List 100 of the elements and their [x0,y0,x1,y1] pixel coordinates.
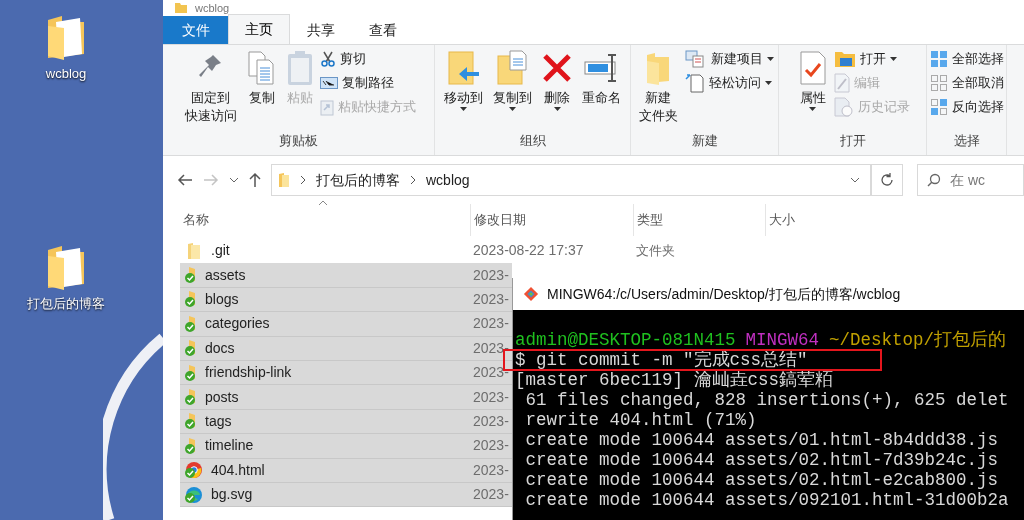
ribbon-tab[interactable]: 查看 [352,16,414,44]
date-cell-text: 2023- [472,338,510,358]
edge-file-icon [184,485,202,504]
button-label-line: 快速访问 [184,107,237,125]
folder-check-icon [184,290,196,309]
browser-file-icon [184,461,202,480]
ribbon-button[interactable]: 属性 [795,49,830,111]
shortcut-icon [319,98,334,116]
button-label-line: 固定到 [191,89,230,107]
folder-icon [175,3,187,13]
clipboard-icon [286,49,313,87]
breadcrumb-item[interactable]: 打包后的博客 [316,169,400,191]
caret-icon [766,57,774,61]
file-row[interactable]: tags 2023- [180,409,512,435]
file-row[interactable]: docs 2023- [180,336,512,361]
folder-check-icon [184,412,196,431]
refresh-button[interactable] [871,164,903,196]
path-icon [319,76,338,90]
ribbon-group-label: 剪贴板 [278,132,319,150]
scissors-icon [319,51,336,67]
file-row[interactable]: friendship-link 2023- [180,360,512,386]
ribbon-group-label: 新建 [690,132,719,150]
file-name: bg.svg [211,485,253,505]
ribbon-button[interactable]: 剪切 [319,49,416,69]
column-header[interactable]: 类型 [633,204,765,236]
history-icon [833,97,854,117]
column-header[interactable]: 名称 [180,204,470,236]
search-field[interactable]: 在 wc [917,164,1024,196]
caret-icon [889,57,897,61]
file-row[interactable]: blogs 2023- [180,287,512,313]
ribbon-tab[interactable]: 共享 [290,16,352,44]
back-arrow-icon[interactable] [177,174,193,186]
date-cell-text: 2023- [472,289,510,309]
ribbon-button[interactable]: 反向选择 [929,97,1004,117]
ribbon-button[interactable]: 删除 [539,49,575,111]
prompt-text: ~/Desktop/打包后的 [829,330,1007,350]
search-icon [927,173,941,187]
ribbon-group-label: 组织 [518,132,547,150]
ribbon-button[interactable]: 固定到 快速访问 [181,49,240,125]
folder-check-icon [184,436,196,455]
button-label-line: 复制 [248,89,275,107]
address-bar[interactable]: 打包后的博客 wcblog [271,164,871,196]
window-title: wcblog [195,2,230,14]
folder-icon [278,172,290,188]
output-line: 61 files changed, 828 insertions(+), 625 delet [524,390,1009,410]
file-row[interactable]: categories 2023- [180,312,512,337]
ribbon-group-label: 打开 [838,132,867,150]
ribbon-tab[interactable]: 主页 [228,14,290,44]
ribbon-button[interactable]: 新建 文件夹 [635,49,681,125]
ribbon-button[interactable]: 新建项目 [684,49,774,69]
terminal-title: MINGW64:/c/Users/admin/Desktop/打包后的博客/wcblog [547,284,901,304]
new-item-icon [684,50,707,68]
button-label-line: 属性 [799,89,826,107]
refresh-icon [880,173,894,187]
file-row[interactable]: posts 2023- [180,385,512,410]
output-line: rewrite 404.html (71%) [524,410,757,430]
ribbon-button[interactable]: 复制 [243,49,280,107]
desktop-icon-label[interactable]: wcblog [45,64,87,84]
date-cell-text: 2023- [472,387,510,407]
ribbon-button[interactable]: 全部选择 [929,49,1004,69]
file-row[interactable]: assets 2023- [180,263,512,288]
ribbon-button[interactable]: 复制路径 [319,73,416,93]
file-row[interactable]: timeline 2023- [180,434,512,459]
folder-documents-icon [495,49,530,87]
column-header[interactable]: 修改日期 [470,204,633,236]
file-name: tags [205,411,232,431]
button-label-line: 复制到 [493,89,532,107]
sort-ascending-icon [318,200,328,206]
ribbon-button[interactable]: 打开 [833,49,910,69]
ribbon-button[interactable]: 复制到 [490,49,535,111]
folder-check-icon [184,314,196,333]
ribbon-button[interactable]: 移动到 [441,49,486,111]
chevron-down-icon[interactable] [229,177,239,183]
ribbon-button[interactable]: 全部取消 [929,73,1004,93]
date-cell-text: 2023- [472,265,510,285]
ribbon-tab[interactable]: 文件 [163,16,228,44]
caret-icon [460,107,467,111]
ribbon-button[interactable]: 轻松访问 [684,73,774,93]
properties-icon [798,49,827,87]
button-label-line: 重命名 [582,89,621,107]
ribbon-button[interactable]: 重命名 [579,49,624,107]
folder-icon[interactable] [46,244,86,290]
prompt-text: MINGW64 [745,330,820,350]
desktop-icon-label[interactable]: 打包后的博客 [27,294,105,314]
command-line: $ git commit -m "完成css总结" [515,350,808,370]
date-cell-text: 2023- [472,363,510,383]
type-cell-text: 文件夹 [635,241,676,260]
file-name: .git [211,241,230,261]
folder-check-icon [184,266,196,285]
button-label-line: 删除 [544,89,570,107]
chevron-down-icon[interactable] [850,177,860,183]
folder-check-icon [184,388,196,407]
file-row[interactable]: bg.svg 2023- [180,482,512,508]
output-line: [master 6bec119] 瀹屾垚css鎬荤粨 [515,370,834,390]
column-header[interactable]: 大小 [765,204,855,236]
file-row[interactable]: 404.html 2023- [180,458,512,483]
up-arrow-icon[interactable] [249,172,261,188]
breadcrumb-item[interactable]: wcblog [426,169,470,191]
folder-icon[interactable] [46,14,86,60]
edit-icon [833,73,850,93]
